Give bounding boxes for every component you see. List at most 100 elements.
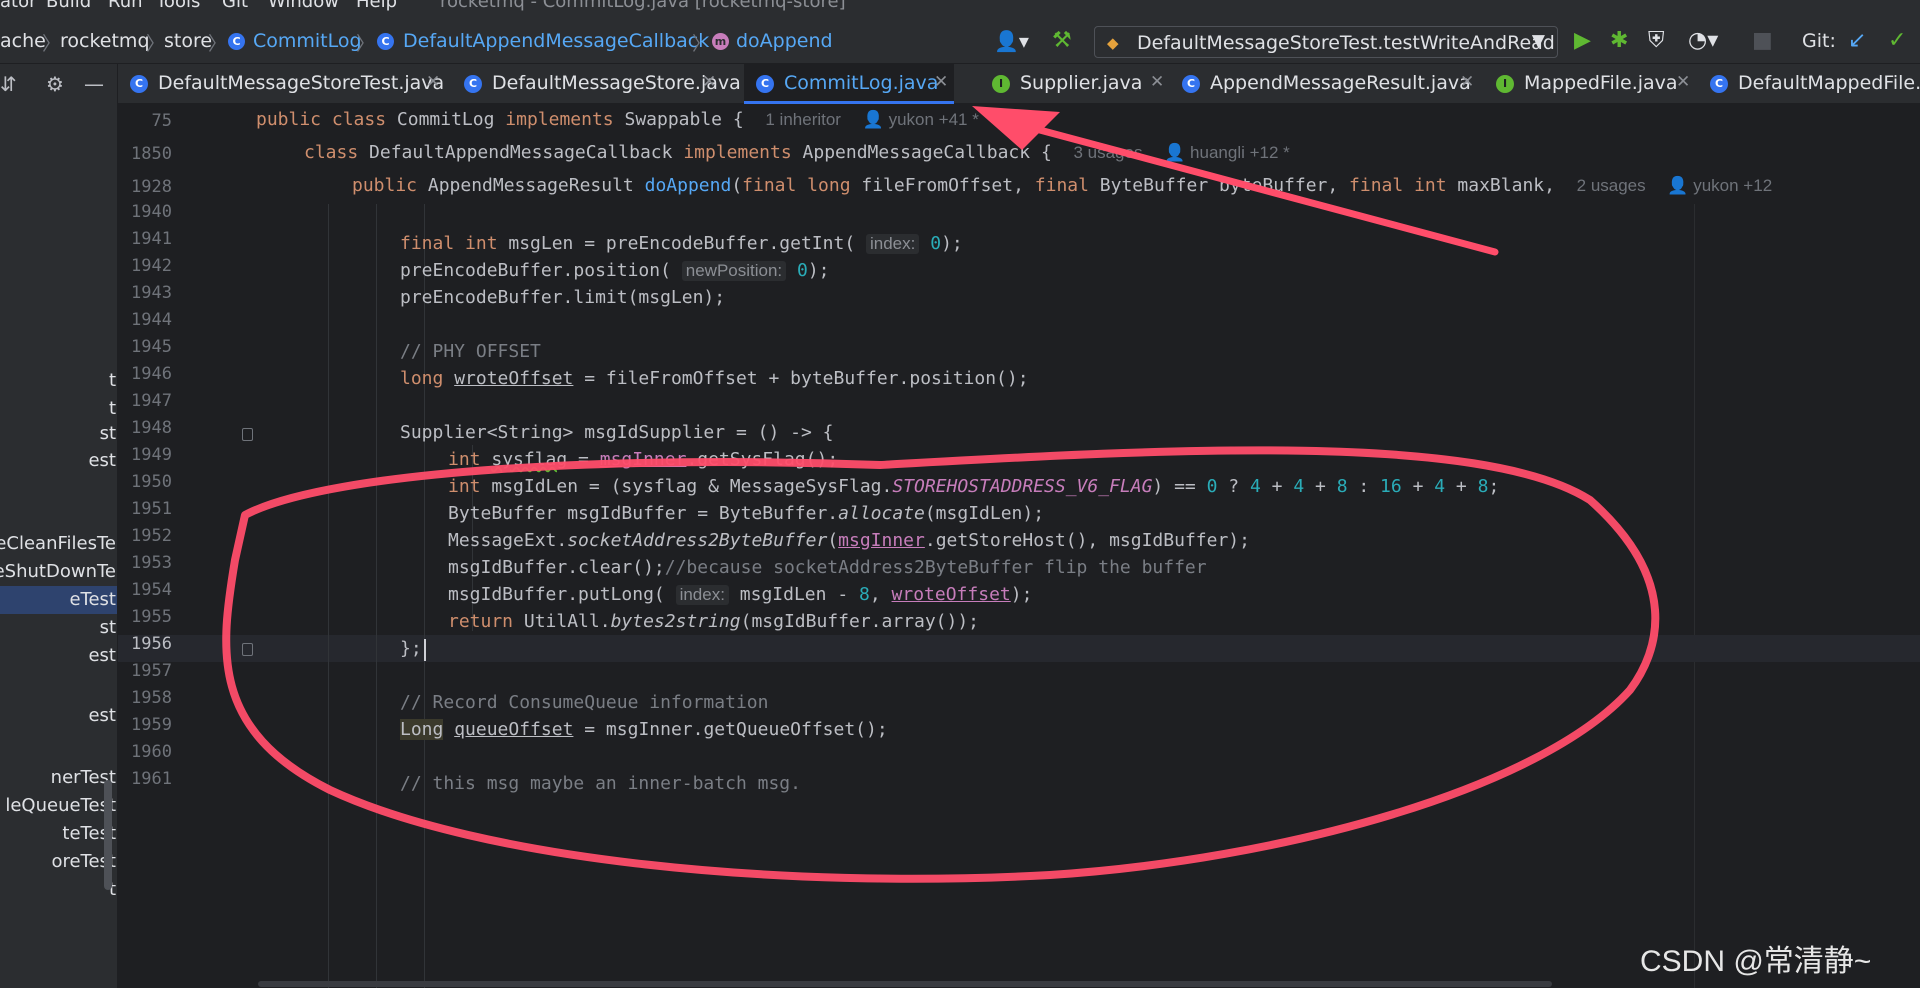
indent-guide <box>424 204 425 988</box>
close-icon[interactable]: ✕ <box>702 72 716 92</box>
project-tree-item[interactable]: est <box>0 702 117 730</box>
line-number: 1951 <box>131 499 172 519</box>
project-tree-item[interactable]: t <box>0 876 117 904</box>
sticky-line[interactable]: 1928 public AppendMessageResult doAppend… <box>118 171 1920 204</box>
tab-commitlog[interactable]: C CommitLog.java ✕ <box>744 64 954 104</box>
project-tree-item[interactable]: eShutDownTe <box>0 558 117 586</box>
class-icon: C <box>228 33 245 50</box>
project-tree-item[interactable]: t <box>0 395 117 423</box>
project-tree-item-label: t <box>108 370 116 391</box>
tab-defaultmessagestore[interactable]: C DefaultMessageStore.java ✕ <box>452 64 741 104</box>
indent-guide <box>328 204 329 988</box>
user-icon[interactable]: 👤▾ <box>994 28 1029 54</box>
class-icon: C <box>1182 75 1200 93</box>
menu-item-run[interactable]: Run <box>108 0 143 12</box>
code-comment: // PHY OFFSET <box>400 341 541 362</box>
menu-item-tools[interactable]: Tools <box>156 0 200 12</box>
sticky-lines: 75 public class CommitLog implements Swa… <box>118 105 1920 204</box>
chevron-right-icon: 〉 <box>692 33 712 55</box>
breadcrumb-item-method[interactable]: doAppend <box>736 30 833 52</box>
interface-icon: I <box>1496 75 1514 93</box>
sticky-line[interactable]: 75 public class CommitLog implements Swa… <box>118 105 1920 138</box>
code-editor[interactable]: 75 public class CommitLog implements Swa… <box>118 105 1920 988</box>
sticky-line[interactable]: 1850 class DefaultAppendMessageCallback … <box>118 138 1920 171</box>
close-icon[interactable]: ✕ <box>1676 72 1690 92</box>
tab-defaultmappedfile[interactable]: C DefaultMappedFile.ja <box>1698 64 1920 104</box>
breadcrumb-item[interactable]: rocketmq <box>60 30 150 52</box>
project-tree-item[interactable]: nerTest <box>0 764 117 792</box>
line-number: 1946 <box>131 364 172 384</box>
menu-item[interactable]: ator <box>0 0 37 12</box>
project-tree-item[interactable]: t <box>0 367 117 395</box>
watermark: CSDN @常清静~ <box>1640 945 1872 978</box>
indent-guide <box>376 204 377 988</box>
git-commit-icon[interactable]: ✓ <box>1888 28 1906 54</box>
project-tree-item-label: st <box>99 617 116 638</box>
close-icon[interactable]: ✕ <box>426 72 440 92</box>
close-icon[interactable]: ✕ <box>934 72 948 92</box>
run-configuration-label: DefaultMessageStoreTest.testWriteAndRead <box>1137 32 1555 54</box>
code-line: return UtilAll.bytes2string(msgIdBuffer.… <box>448 611 980 632</box>
fold-marker-icon[interactable] <box>242 643 253 656</box>
close-icon[interactable]: ✕ <box>1460 72 1474 92</box>
profiler-icon[interactable]: ◔▾ <box>1688 28 1718 54</box>
menu-item-build[interactable]: Build <box>46 0 91 12</box>
tab-appendmessageresult[interactable]: C AppendMessageResult.java ✕ <box>1170 64 1486 104</box>
line-number: 1944 <box>131 310 172 330</box>
tab-label: DefaultMappedFile.ja <box>1738 72 1920 94</box>
breadcrumb-item[interactable]: ache <box>0 30 46 52</box>
tab-label: Supplier.java <box>1020 72 1143 94</box>
project-tree-item[interactable]: leQueueTest <box>0 792 117 820</box>
breadcrumb-item-inner-class[interactable]: DefaultAppendMessageCallback <box>403 30 709 52</box>
breadcrumb-item[interactable]: store <box>164 30 212 52</box>
usages-hint: 2 usages <box>1576 176 1646 195</box>
chevron-right-icon: 〉 <box>146 33 166 55</box>
project-tree-item[interactable]: st <box>0 614 117 642</box>
tab-label: CommitLog.java <box>784 72 939 94</box>
close-icon[interactable]: ✕ <box>1150 72 1164 92</box>
text-caret <box>424 639 426 661</box>
code-line: Supplier<String> msgIdSupplier = () -> { <box>400 422 834 443</box>
debug-icon[interactable]: ✱ <box>1610 28 1628 54</box>
tab-mappedfile[interactable]: I MappedFile.java ✕ <box>1484 64 1700 104</box>
tab-label: AppendMessageResult.java <box>1210 72 1471 94</box>
project-tree-item-label: st <box>99 423 116 444</box>
code-line: msgIdBuffer.putLong( index: msgIdLen - 8… <box>448 584 1033 605</box>
line-number: 1850 <box>131 144 172 164</box>
fold-marker-icon[interactable] <box>242 428 253 441</box>
code-comment: // Record ConsumeQueue information <box>400 692 769 713</box>
project-tree-item[interactable]: oreTest <box>0 848 117 876</box>
project-tree-item[interactable]: st <box>0 420 117 448</box>
class-icon: C <box>464 75 482 93</box>
project-tree-item[interactable]: est <box>0 642 117 670</box>
tab-label: DefaultMessageStoreTest.java <box>158 72 445 94</box>
project-tree-item[interactable]: eCleanFilesTe <box>0 530 117 558</box>
horizontal-scrollbar[interactable] <box>258 981 1552 987</box>
breadcrumb-item-class[interactable]: CommitLog <box>253 30 362 52</box>
interface-icon: I <box>992 75 1010 93</box>
tab-defaultmessagestoretest[interactable]: C DefaultMessageStoreTest.java ✕ <box>118 64 452 104</box>
project-tree-item[interactable]: eTest <box>0 586 117 614</box>
run-icon[interactable]: ▶ <box>1574 28 1591 54</box>
hide-panel-icon[interactable]: — <box>84 72 104 96</box>
line-number: 1947 <box>131 391 172 411</box>
menu-item-window[interactable]: Window <box>268 0 339 12</box>
gear-icon[interactable]: ⚙ <box>46 72 64 96</box>
collapse-all-icon[interactable]: ⇵ <box>0 72 17 96</box>
coverage-icon[interactable]: ⛨ <box>1648 28 1665 54</box>
code-line: int msgIdLen = (sysflag & MessageSysFlag… <box>448 476 1500 497</box>
project-tree-item[interactable]: est <box>0 447 117 475</box>
menu-item-git[interactable]: Git <box>222 0 248 12</box>
sidebar-scrollbar[interactable] <box>104 780 112 890</box>
line-number: 1948 <box>131 418 172 438</box>
build-hammer-icon[interactable]: ⚒ <box>1052 28 1072 54</box>
project-tree-item[interactable]: teTest <box>0 820 117 848</box>
git-update-icon[interactable]: ↙ <box>1848 28 1866 54</box>
stop-icon[interactable]: ■ <box>1752 28 1773 54</box>
line-number: 1953 <box>131 553 172 573</box>
menu-item-help[interactable]: Help <box>356 0 397 12</box>
line-number: 1950 <box>131 472 172 492</box>
run-configuration-selector[interactable]: ◆ DefaultMessageStoreTest.testWriteAndRe… <box>1094 26 1558 58</box>
line-number: 1959 <box>131 715 172 735</box>
tab-supplier[interactable]: I Supplier.java ✕ <box>980 64 1170 104</box>
